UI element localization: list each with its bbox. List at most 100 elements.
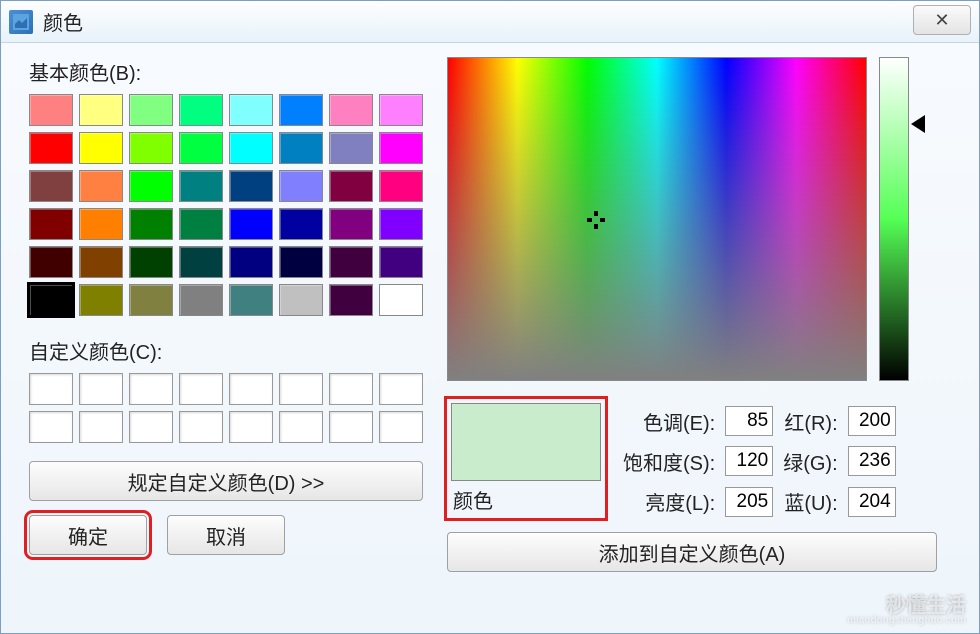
picker-row (447, 57, 957, 381)
basic-swatch[interactable] (179, 94, 223, 126)
basic-swatch[interactable] (279, 284, 323, 316)
basic-swatch[interactable] (29, 208, 73, 240)
basic-colors-label: 基本颜色(B): (29, 57, 429, 86)
lum-label: 亮度(L): (623, 487, 715, 516)
custom-swatch[interactable] (229, 411, 273, 443)
color-dialog: 颜色 ✕ 基本颜色(B): 自定义颜色(C): 规定自定义颜色(D) >> 确定… (0, 0, 980, 634)
basic-swatch[interactable] (129, 208, 173, 240)
basic-swatch[interactable] (129, 170, 173, 202)
custom-swatch[interactable] (179, 411, 223, 443)
ok-button[interactable]: 确定 (29, 515, 147, 555)
left-column: 基本颜色(B): 自定义颜色(C): 规定自定义颜色(D) >> 确定 取消 (29, 57, 429, 572)
custom-swatch[interactable] (129, 373, 173, 405)
basic-swatch[interactable] (379, 246, 423, 278)
basic-swatch[interactable] (329, 94, 373, 126)
custom-swatch[interactable] (179, 373, 223, 405)
cancel-button[interactable]: 取消 (167, 515, 285, 555)
blue-label: 蓝(U): (783, 487, 837, 516)
right-column: 颜色 色调(E): 红(R): 饱和度(S): 绿(G): 亮度(L): 蓝(U… (447, 57, 957, 572)
basic-swatch[interactable] (279, 94, 323, 126)
basic-swatch[interactable] (329, 284, 373, 316)
basic-swatch[interactable] (79, 208, 123, 240)
basic-swatch[interactable] (29, 284, 73, 316)
custom-swatch[interactable] (279, 373, 323, 405)
basic-swatch[interactable] (29, 132, 73, 164)
basic-swatch[interactable] (29, 170, 73, 202)
close-icon: ✕ (934, 10, 949, 31)
basic-colors-grid (29, 94, 429, 316)
basic-swatch[interactable] (329, 208, 373, 240)
bottom-buttons: 确定 取消 (29, 515, 429, 555)
custom-colors-label: 自定义颜色(C): (29, 336, 429, 365)
color-preview (451, 403, 601, 481)
preview-label: 颜色 (451, 485, 601, 514)
custom-swatch[interactable] (29, 411, 73, 443)
basic-swatch[interactable] (379, 170, 423, 202)
blue-input[interactable] (848, 487, 896, 517)
custom-swatch[interactable] (79, 411, 123, 443)
green-input[interactable] (848, 446, 896, 476)
basic-swatch[interactable] (79, 246, 123, 278)
basic-swatch[interactable] (279, 170, 323, 202)
basic-swatch[interactable] (129, 246, 173, 278)
basic-swatch[interactable] (179, 170, 223, 202)
custom-swatch[interactable] (79, 373, 123, 405)
luminance-slider[interactable] (879, 57, 909, 381)
basic-swatch[interactable] (379, 132, 423, 164)
lum-input[interactable] (725, 487, 773, 517)
basic-swatch[interactable] (179, 208, 223, 240)
custom-swatch[interactable] (379, 411, 423, 443)
hue-input[interactable] (725, 406, 773, 436)
basic-swatch[interactable] (229, 94, 273, 126)
custom-swatch[interactable] (129, 411, 173, 443)
color-preview-wrap: 颜色 (447, 399, 605, 518)
red-label: 红(R): (783, 407, 837, 436)
basic-swatch[interactable] (229, 284, 273, 316)
basic-swatch[interactable] (129, 284, 173, 316)
basic-swatch[interactable] (329, 170, 373, 202)
basic-swatch[interactable] (329, 246, 373, 278)
basic-swatch[interactable] (129, 94, 173, 126)
define-custom-button[interactable]: 规定自定义颜色(D) >> (29, 461, 423, 501)
basic-swatch[interactable] (179, 132, 223, 164)
custom-swatch[interactable] (29, 373, 73, 405)
basic-swatch[interactable] (279, 246, 323, 278)
basic-swatch[interactable] (229, 170, 273, 202)
basic-swatch[interactable] (229, 132, 273, 164)
custom-swatch[interactable] (379, 373, 423, 405)
basic-swatch[interactable] (29, 246, 73, 278)
basic-swatch[interactable] (379, 284, 423, 316)
basic-swatch[interactable] (229, 246, 273, 278)
basic-swatch[interactable] (179, 284, 223, 316)
basic-swatch[interactable] (79, 132, 123, 164)
green-label: 绿(G): (783, 447, 837, 476)
basic-swatch[interactable] (229, 208, 273, 240)
custom-swatch[interactable] (329, 373, 373, 405)
basic-swatch[interactable] (79, 94, 123, 126)
add-to-custom-button[interactable]: 添加到自定义颜色(A) (447, 532, 937, 572)
custom-swatch[interactable] (279, 411, 323, 443)
basic-swatch[interactable] (79, 170, 123, 202)
basic-swatch[interactable] (29, 94, 73, 126)
luminance-column (879, 57, 909, 381)
sat-label: 饱和度(S): (623, 447, 715, 476)
custom-swatch[interactable] (329, 411, 373, 443)
custom-colors-grid (29, 373, 429, 443)
basic-swatch[interactable] (279, 208, 323, 240)
basic-swatch[interactable] (329, 132, 373, 164)
red-input[interactable] (848, 406, 896, 436)
basic-swatch[interactable] (379, 94, 423, 126)
basic-swatch[interactable] (279, 132, 323, 164)
app-icon (9, 10, 33, 34)
sat-input[interactable] (725, 446, 773, 476)
watermark: 秒懂生活 miaodongshenghuo.com (847, 596, 966, 626)
basic-swatch[interactable] (179, 246, 223, 278)
close-button[interactable]: ✕ (913, 5, 971, 35)
titlebar: 颜色 ✕ (1, 1, 979, 43)
basic-swatch[interactable] (379, 208, 423, 240)
basic-swatch[interactable] (129, 132, 173, 164)
hue-sat-picker[interactable] (447, 57, 867, 381)
basic-swatch[interactable] (79, 284, 123, 316)
color-values-grid: 色调(E): 红(R): 饱和度(S): 绿(G): 亮度(L): 蓝(U): (623, 405, 896, 518)
custom-swatch[interactable] (229, 373, 273, 405)
